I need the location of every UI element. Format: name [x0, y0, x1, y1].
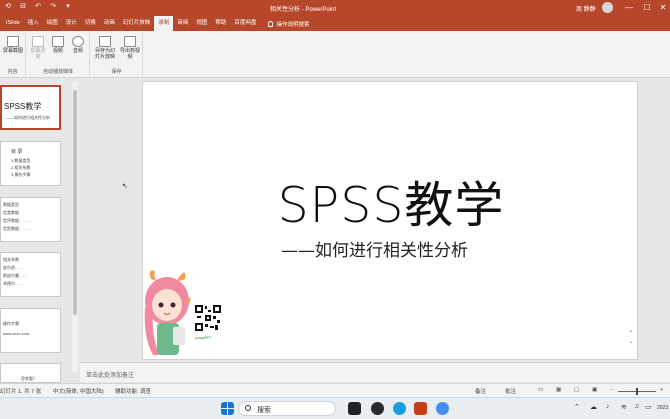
maximize-button[interactable]: ☐ — [640, 2, 654, 14]
save-as-slideshow-button[interactable]: 另存为幻灯片放映 — [93, 36, 117, 60]
group-content: 屏幕截图 内容 — [0, 33, 26, 76]
export-video-button[interactable]: 导出到视频 — [118, 36, 142, 60]
slide-scroll-controls: ⌃ ⌄ — [626, 330, 636, 354]
reading-view-icon[interactable]: ▢ — [574, 387, 579, 393]
notes-toggle[interactable]: 备注 — [475, 387, 486, 395]
autosave-icon[interactable]: ⟲ — [4, 3, 12, 11]
slide-sorter-icon[interactable]: ▦ — [556, 387, 561, 393]
next-slide-icon[interactable]: ⌄ — [626, 338, 636, 346]
slide-thumbnail[interactable]: 思考题？ — [0, 363, 61, 383]
slide-thumbnail[interactable]: 目 录 1.数据类型 2.相关系数 3.操作步骤 — [0, 141, 61, 186]
customize-quick-access-icon[interactable]: ▾ — [64, 3, 72, 11]
tell-me-label: 操作说明搜索 — [276, 21, 310, 28]
tab-animations[interactable]: 动画 — [100, 16, 119, 31]
slide-thumbnail[interactable]: 相关系数 皮尔逊…… 斯皮尔曼…… 肯德尔…… — [0, 252, 61, 297]
slide-thumbnail[interactable]: SPSS教学 ——如何进行相关性分析 — [0, 85, 61, 130]
thumbnail-scrollbar[interactable] — [72, 82, 78, 372]
taskbar-search-placeholder: 搜索 — [257, 407, 271, 414]
edge-icon[interactable] — [393, 402, 406, 415]
screenshot-icon — [7, 36, 19, 47]
tab-islide[interactable]: ISlide — [2, 16, 24, 31]
lightbulb-icon — [268, 20, 274, 27]
tab-record[interactable]: 录制 — [154, 16, 174, 31]
group-label-save: 保存 — [111, 69, 122, 75]
quick-access-toolbar: ⟲ ⊟ ↶ ↷ ▾ — [4, 3, 72, 11]
mouse-cursor-icon: ↖ — [122, 183, 128, 190]
slideshow-save-icon — [99, 36, 111, 47]
slideshow-view-icon[interactable]: ▣ — [592, 387, 597, 393]
microphone-icon[interactable]: ♪ — [606, 403, 610, 410]
export-video-icon — [124, 36, 136, 47]
battery-icon[interactable]: ▭ — [645, 403, 652, 411]
tray-chevron-icon[interactable]: ⌃ — [574, 403, 580, 411]
undo-icon[interactable]: ↶ — [34, 3, 42, 11]
notes-placeholder[interactable]: 单击此处添加备注 — [86, 370, 134, 379]
status-bar: 幻灯片 1, 共 7 张 中文(简体, 中国大陆) 辅助功能: 调查 备注 批注… — [0, 383, 670, 397]
qr-code-icon — [194, 304, 222, 332]
title-bar: ⟲ ⊟ ↶ ↷ ▾ 相关性分析 - PowerPoint 周 静静 — ☐ ✕ — [0, 0, 670, 16]
zoom-out-icon[interactable]: − — [610, 387, 613, 393]
slide-subtitle[interactable]: ——如何进行相关性分析 — [281, 236, 468, 261]
group-label-autoplay: 自动播放媒体 — [42, 69, 73, 75]
slide-thumbnail[interactable]: 数据类型 定类数据 定序数据：…… 定距数据：…… — [0, 197, 61, 242]
user-name[interactable]: 周 静静 — [576, 4, 596, 13]
powerpoint-icon[interactable] — [414, 402, 427, 415]
minimize-button[interactable]: — — [622, 2, 636, 14]
tab-draw[interactable]: 绘图 — [43, 16, 62, 31]
window-title: 相关性分析 - PowerPoint — [270, 7, 337, 13]
qr-caption: youquPPT — [195, 336, 212, 340]
scrollbar-thumb[interactable] — [73, 90, 77, 315]
tab-baidu-netdisk[interactable]: 百度网盘 — [230, 16, 260, 31]
mascot-illustration — [144, 270, 191, 355]
clock[interactable]: 2023 — [657, 405, 668, 411]
ribbon-tabs: ISlide 插入 绘图 设计 切换 动画 幻灯片放映 录制 审阅 视图 帮助 … — [0, 16, 670, 31]
close-button[interactable]: ✕ — [656, 2, 670, 14]
language-status[interactable]: 中文(简体, 中国大陆) — [53, 387, 104, 395]
current-slide[interactable]: SPSS教学 ——如何进行相关性分析 youquPPT — [142, 81, 638, 360]
notes-pane[interactable]: 单击此处添加备注 — [80, 362, 670, 382]
search-icon — [245, 405, 251, 411]
group-autoplay-media: 屏幕录制 视频 音频 自动播放媒体 — [27, 33, 90, 76]
zoom-slider-thumb[interactable] — [636, 388, 638, 395]
accessibility-status[interactable]: 辅助功能: 调查 — [115, 387, 151, 395]
task-view-icon[interactable] — [348, 402, 361, 415]
screen-recording-icon — [32, 36, 44, 47]
previous-slide-icon[interactable]: ⌃ — [626, 330, 636, 338]
app-icon[interactable] — [436, 402, 449, 415]
windows-taskbar: 搜索 ⌃ ☁ ♪ ≋ ♫ ▭ 2023 — [0, 397, 670, 419]
comments-toggle[interactable]: 批注 — [505, 387, 516, 395]
video-button[interactable]: 视频 — [49, 36, 67, 54]
tell-me-search[interactable]: 操作说明搜索 — [268, 20, 309, 28]
screen-recording-button[interactable]: 屏幕录制 — [29, 36, 47, 60]
ribbon: 屏幕截图 内容 屏幕录制 视频 音频 自动播放媒体 另存为幻灯片放映 导出到视频… — [0, 31, 670, 78]
wifi-icon[interactable]: ≋ — [621, 403, 627, 411]
slide-title[interactable]: SPSS教学 — [143, 166, 639, 237]
tab-review[interactable]: 审阅 — [173, 16, 192, 31]
screenshot-button[interactable]: 屏幕截图 — [1, 36, 25, 54]
normal-view-icon[interactable]: ▭ — [538, 387, 543, 393]
slide-thumbnail-pane: SPSS教学 ——如何进行相关性分析 目 录 1.数据类型 2.相关系数 3.操… — [0, 79, 80, 383]
tab-design[interactable]: 设计 — [62, 16, 81, 31]
save-icon[interactable]: ⊟ — [19, 3, 27, 11]
audio-button[interactable]: 音频 — [69, 36, 87, 54]
tab-slideshow[interactable]: 幻灯片放映 — [119, 16, 155, 31]
tab-insert[interactable]: 插入 — [24, 16, 43, 31]
tab-transitions[interactable]: 切换 — [81, 16, 100, 31]
tab-view[interactable]: 视图 — [192, 16, 211, 31]
group-save: 另存为幻灯片放映 导出到视频 保存 — [91, 33, 143, 76]
tab-help[interactable]: 帮助 — [211, 16, 230, 31]
taskbar-search[interactable]: 搜索 — [238, 401, 336, 416]
zoom-in-icon[interactable]: + — [660, 387, 663, 393]
dell-icon[interactable] — [371, 402, 384, 415]
slide-thumbnail[interactable]: 操作步骤 www.xxxx.com — [0, 308, 61, 353]
video-icon — [52, 36, 64, 47]
redo-icon[interactable]: ↷ — [49, 3, 57, 11]
onedrive-icon[interactable]: ☁ — [590, 403, 597, 411]
volume-icon[interactable]: ♫ — [634, 403, 639, 410]
slide-counter: 幻灯片 1, 共 7 张 — [0, 389, 42, 395]
speaker-icon — [72, 36, 84, 47]
windows-start-icon[interactable] — [221, 402, 234, 415]
avatar[interactable] — [602, 2, 613, 13]
group-label-content: 内容 — [7, 69, 18, 75]
